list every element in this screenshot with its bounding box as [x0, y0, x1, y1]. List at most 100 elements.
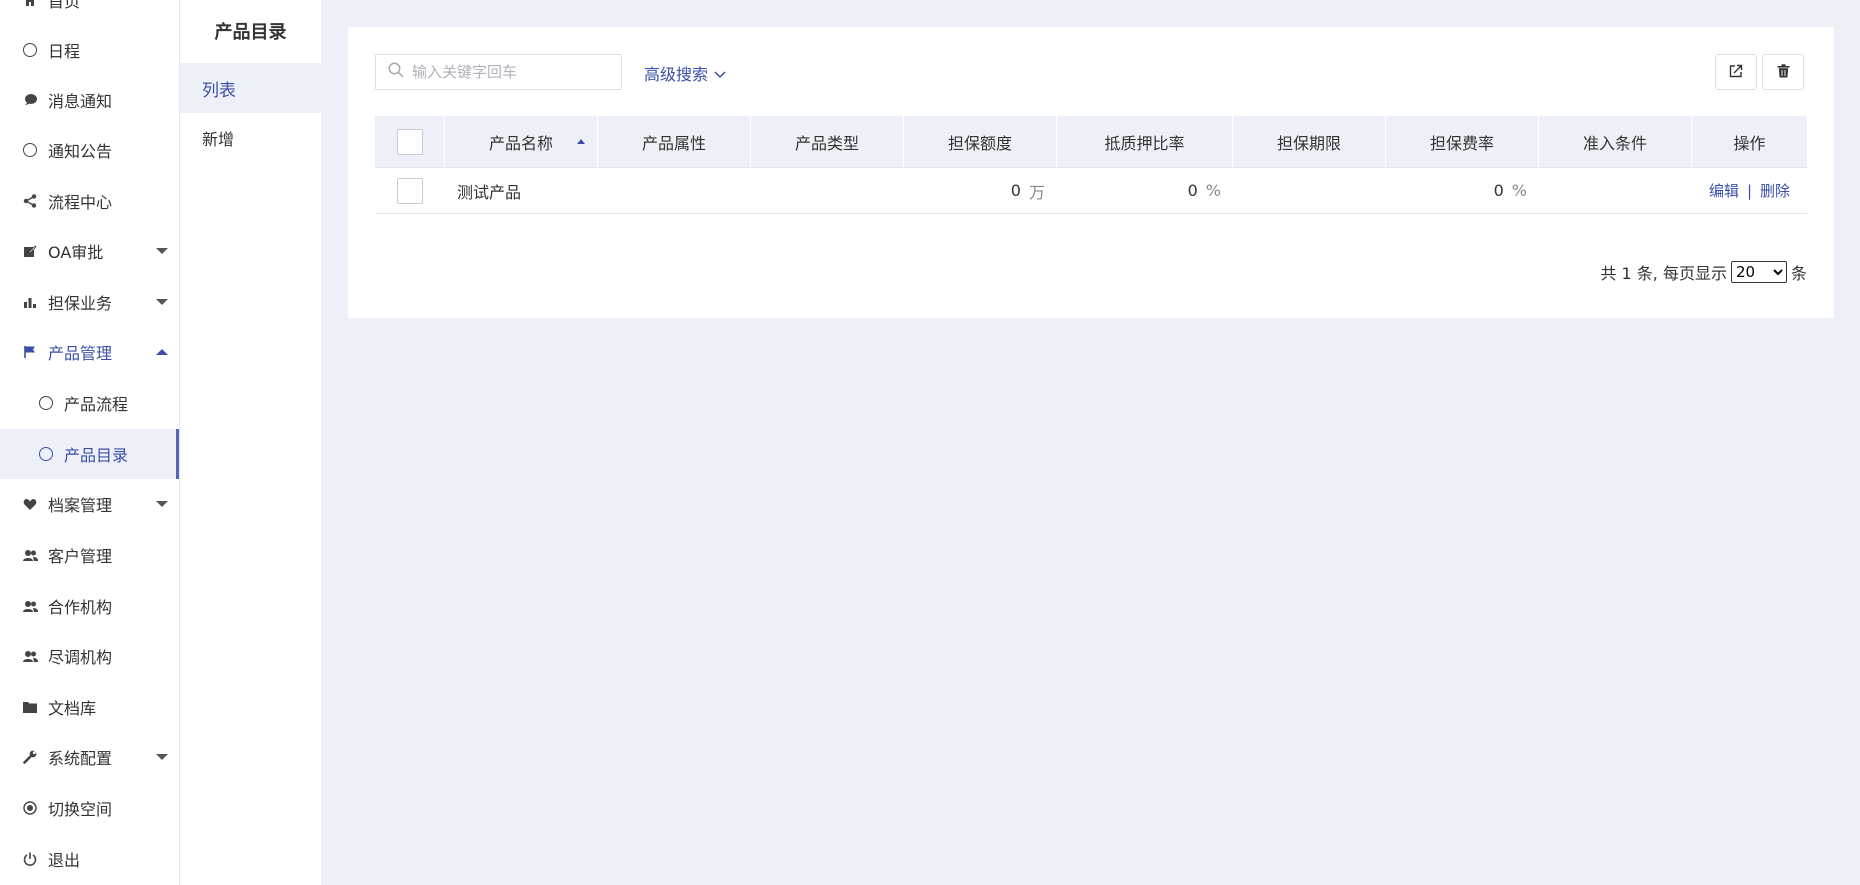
column-header-name[interactable]: 产品名称: [445, 116, 598, 167]
submenu-title: 产品目录: [214, 22, 287, 43]
column-header-ratio: 抵质押比率: [1057, 116, 1233, 167]
row-checkbox-cell: [375, 168, 445, 213]
sidebar-item-label: 产品流程: [64, 395, 129, 414]
radio-icon: [22, 800, 38, 816]
sidebar-item-label: 合作机构: [48, 598, 113, 617]
circle-icon: [22, 142, 38, 158]
sidebar-item-label: 产品管理: [48, 344, 113, 363]
sidebar-item-label: 文档库: [48, 699, 97, 718]
sort-asc-icon[interactable]: [577, 139, 585, 144]
search-input[interactable]: [412, 63, 612, 81]
sidebar-item-partners[interactable]: 合作机构: [0, 586, 179, 626]
sidebar-item-archives[interactable]: 档案管理: [0, 484, 179, 524]
submenu-item-add[interactable]: 新增: [180, 113, 321, 163]
sidebar-item-label: 首页: [48, 0, 81, 11]
column-header-type: 产品类型: [751, 116, 904, 167]
page-size-select[interactable]: 20: [1730, 261, 1787, 283]
share-icon: [22, 193, 38, 209]
sidebar-item-home[interactable]: 首页: [0, 0, 179, 20]
cell-actions: 编辑 | 删除: [1692, 168, 1807, 213]
advanced-search-button[interactable]: 高级搜索: [644, 61, 726, 85]
chevron-down-icon: [156, 754, 168, 760]
circle-icon: [38, 395, 54, 411]
submenu-item-list[interactable]: 列表: [180, 63, 321, 113]
bar-chart-icon: [22, 294, 38, 310]
sidebar-item-product-catalog[interactable]: 产品目录: [0, 429, 179, 479]
sidebar-item-label: 流程中心: [48, 193, 113, 212]
pagination: 共 1 条, 每页显示 20 条: [1600, 260, 1807, 284]
sidebar-item-announcements[interactable]: 通知公告: [0, 130, 179, 170]
sidebar-item-documents[interactable]: 文档库: [0, 687, 179, 727]
sidebar-item-product-flow[interactable]: 产品流程: [0, 383, 179, 423]
sidebar-item-label: 客户管理: [48, 547, 113, 566]
pagination-suffix: 条: [1790, 264, 1807, 283]
sidebar-item-messages[interactable]: 消息通知: [0, 80, 179, 120]
wrench-icon: [22, 749, 38, 765]
sidebar-item-label: 尽调机构: [48, 648, 113, 667]
table-row: 测试产品 0 万 0 % 0 % 编辑 | 删除: [375, 168, 1807, 214]
select-all-checkbox[interactable]: [396, 128, 423, 155]
sidebar-item-label: OA审批: [48, 243, 104, 262]
circle-icon: [22, 42, 38, 58]
sidebar-item-label: 系统配置: [48, 749, 113, 768]
advanced-search-label: 高级搜索: [644, 65, 709, 84]
sidebar-item-switch-space[interactable]: 切换空间: [0, 788, 179, 828]
chevron-down-icon: [156, 501, 168, 507]
sidebar-item-customers[interactable]: 客户管理: [0, 535, 179, 575]
cell-name: 测试产品: [457, 182, 522, 202]
column-header-amount: 担保额度: [904, 116, 1057, 167]
chat-icon: [22, 92, 38, 108]
action-separator: |: [1746, 181, 1753, 200]
column-header-fee: 担保费率: [1386, 116, 1539, 167]
column-header-condition: 准入条件: [1539, 116, 1692, 167]
search-box[interactable]: [375, 54, 622, 90]
home-icon: [22, 0, 38, 8]
cell-attr: [598, 168, 751, 213]
chevron-down-icon: [714, 64, 726, 83]
column-header-term: 担保期限: [1233, 116, 1386, 167]
cell-type: [751, 168, 904, 213]
sidebar-item-product-management[interactable]: 产品管理: [0, 332, 179, 372]
sidebar-item-oa-approval[interactable]: OA审批: [0, 231, 179, 271]
power-icon: [22, 851, 38, 867]
column-header-attr: 产品属性: [598, 116, 751, 167]
sidebar-item-label: 通知公告: [48, 142, 113, 161]
edit-icon: [22, 243, 38, 259]
sidebar-item-due-diligence[interactable]: 尽调机构: [0, 636, 179, 676]
submenu: 产品目录 列表 新增: [180, 0, 321, 885]
delete-link[interactable]: 删除: [1760, 180, 1790, 201]
sidebar: 首页 日程 消息通知 通知公告 流程中心 OA审批 担保业务 产品管理 产品流程…: [0, 0, 180, 885]
sidebar-item-schedule[interactable]: 日程: [0, 30, 179, 70]
sidebar-item-settings[interactable]: 系统配置: [0, 737, 179, 777]
sidebar-item-label: 档案管理: [48, 496, 113, 515]
column-header-actions: 操作: [1733, 133, 1766, 153]
sidebar-item-label: 切换空间: [48, 800, 113, 819]
cell-amount: 0 万: [1010, 181, 1045, 202]
users-icon: [22, 648, 38, 664]
chevron-up-icon: [156, 349, 168, 355]
delete-button[interactable]: [1762, 54, 1804, 90]
cell-fee: 0 %: [1493, 181, 1527, 200]
circle-icon: [38, 446, 54, 462]
sidebar-item-label: 消息通知: [48, 92, 113, 111]
header-checkbox-cell: [375, 116, 445, 167]
sidebar-item-label: 产品目录: [64, 446, 129, 465]
sidebar-item-logout[interactable]: 退出: [0, 839, 179, 879]
export-icon: [1729, 63, 1743, 82]
product-table: 产品名称 产品属性 产品类型 担保额度 抵质押比率 担保期限 担保费率 准入条件…: [375, 116, 1807, 214]
cell-ratio: 0 %: [1187, 181, 1221, 200]
trash-icon: [1777, 63, 1790, 82]
users-icon: [22, 547, 38, 563]
sidebar-item-workflow[interactable]: 流程中心: [0, 181, 179, 221]
edit-link[interactable]: 编辑: [1709, 180, 1739, 201]
cell-condition: [1539, 168, 1692, 213]
row-checkbox[interactable]: [397, 177, 423, 204]
chevron-down-icon: [156, 299, 168, 305]
sidebar-item-label: 日程: [48, 42, 81, 61]
search-icon: [388, 62, 404, 82]
sidebar-item-guarantee[interactable]: 担保业务: [0, 282, 179, 322]
export-button[interactable]: [1715, 54, 1757, 90]
flag-icon: [22, 344, 38, 360]
users-icon: [22, 598, 38, 614]
sidebar-item-label: 担保业务: [48, 294, 113, 313]
